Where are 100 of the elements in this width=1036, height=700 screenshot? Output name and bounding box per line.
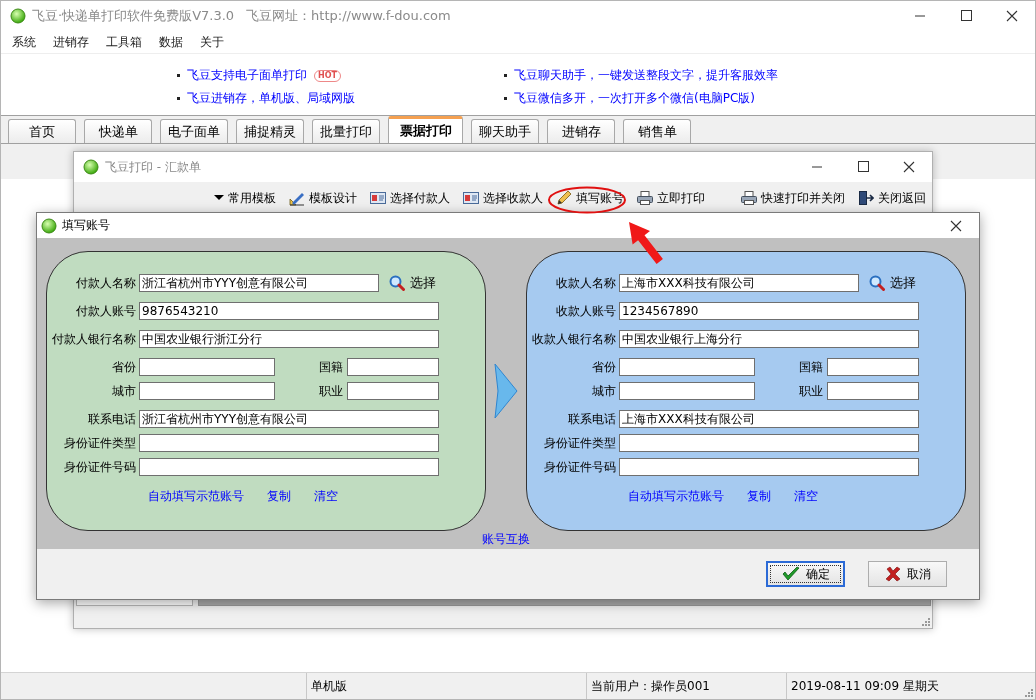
input-field[interactable]: 中国农业银行上海分行 [619, 330, 919, 348]
field-label: 付款人名称 [75, 274, 137, 292]
tab[interactable]: 聊天助手 [471, 119, 539, 143]
field-label: 身份证件号码 [543, 458, 617, 476]
menu-item[interactable]: 数据 [159, 33, 183, 51]
field-label: 身份证件类型 [543, 434, 617, 452]
input-field[interactable]: 1234567890 [619, 302, 919, 320]
ruler-pencil-icon [289, 190, 305, 206]
tab[interactable]: 首页 [8, 119, 76, 143]
field-label: 国籍 [798, 358, 824, 376]
id-card-icon [370, 190, 386, 206]
input-field[interactable]: 上海市XXX科技有限公司 [619, 274, 859, 292]
tab[interactable]: 批量打印 [312, 119, 380, 143]
input-field[interactable]: 9876543210 [139, 302, 439, 320]
field-label: 职业 [798, 382, 824, 400]
action-link[interactable]: 自动填写示范账号 [628, 488, 724, 505]
app-logo-icon [41, 217, 57, 234]
window-title: 飞豆打印 - 汇款单 [105, 158, 201, 176]
right-arrow-icon [494, 363, 518, 419]
action-link[interactable]: 自动填写示范账号 [148, 488, 244, 505]
select-button[interactable]: 选择 [389, 274, 436, 292]
input-field[interactable]: 上海市XXX科技有限公司 [619, 410, 919, 428]
field-label: 城市 [111, 382, 137, 400]
app-logo-icon [83, 159, 99, 175]
resize-grip-icon [1025, 689, 1033, 697]
search-icon [389, 275, 405, 291]
action-link[interactable]: 复制 [747, 488, 771, 505]
input-field[interactable] [619, 458, 919, 476]
toolbar-button[interactable]: 快速打印并关闭 [741, 189, 845, 207]
bullet-icon [177, 97, 180, 100]
input-field[interactable] [347, 382, 439, 400]
input-field[interactable] [139, 358, 275, 376]
field-label: 付款人账号 [75, 302, 137, 320]
menu-item[interactable]: 关于 [200, 33, 224, 51]
app-logo-icon [10, 8, 26, 24]
exit-door-icon [858, 190, 874, 206]
tab[interactable]: 票据打印 [388, 116, 463, 143]
menu-item[interactable]: 进销存 [53, 33, 89, 51]
bullet-icon [504, 74, 507, 77]
status-text: 单机版 [306, 673, 586, 699]
action-link[interactable]: 清空 [794, 488, 818, 505]
action-link[interactable]: 清空 [314, 488, 338, 505]
status-text: 当前用户：操作员001 [586, 673, 786, 699]
printer-icon [637, 190, 653, 206]
select-button[interactable]: 选择 [869, 274, 916, 292]
input-field[interactable] [139, 434, 439, 452]
promo-link[interactable]: 飞豆支持电子面单打印 [187, 67, 307, 84]
tab[interactable]: 电子面单 [160, 119, 228, 143]
input-field[interactable] [619, 434, 919, 452]
field-label: 收款人银行名称 [531, 330, 617, 348]
promo-link[interactable]: 飞豆进销存，单机版、局域网版 [187, 90, 355, 107]
dialog-button[interactable]: 确定 [766, 561, 845, 587]
search-icon [869, 275, 885, 291]
cross-icon [884, 566, 901, 582]
field-label: 国籍 [318, 358, 344, 376]
input-field[interactable] [139, 382, 275, 400]
id-card-icon [463, 190, 479, 206]
field-label: 联系电话 [567, 410, 617, 428]
field-label: 身份证件类型 [63, 434, 137, 452]
input-field[interactable]: 浙江省杭州市YYY创意有限公司 [139, 410, 439, 428]
field-label: 收款人账号 [555, 302, 617, 320]
input-field[interactable] [347, 358, 439, 376]
promo-link[interactable]: 飞豆微信多开，一次打开多个微信(电脑PC版) [514, 90, 755, 107]
tab[interactable]: 销售单 [623, 119, 691, 143]
tab[interactable]: 快递单 [84, 119, 152, 143]
menu-item[interactable]: 系统 [12, 33, 36, 51]
input-field[interactable] [139, 458, 439, 476]
toolbar-button[interactable]: 立即打印 [637, 189, 705, 207]
checkmark-icon [781, 566, 800, 582]
dialog-title: 填写账号 [62, 217, 110, 234]
swap-link[interactable]: 账号互换 [482, 531, 530, 547]
tab[interactable]: 捕捉精灵 [236, 119, 304, 143]
input-field[interactable]: 中国农业银行浙江分行 [139, 330, 439, 348]
input-field[interactable]: 浙江省杭州市YYY创意有限公司 [139, 274, 379, 292]
promo-link[interactable]: 飞豆聊天助手，一键发送整段文字，提升客服效率 [514, 67, 778, 84]
field-label: 身份证件号码 [63, 458, 137, 476]
field-label: 省份 [591, 358, 617, 376]
pointer-arrow [629, 222, 663, 264]
input-field[interactable] [827, 358, 919, 376]
status-text: 2019-08-11 09:09 星期天 [786, 673, 1018, 699]
printer-icon [741, 190, 757, 206]
toolbar-button[interactable]: 选择收款人 [463, 189, 543, 207]
bullet-icon [504, 97, 507, 100]
dialog-button[interactable]: 取消 [868, 561, 947, 587]
input-field[interactable] [827, 382, 919, 400]
field-label: 收款人名称 [555, 274, 617, 292]
resize-grip-icon [922, 618, 930, 626]
input-field[interactable] [619, 382, 755, 400]
menu-item[interactable]: 工具箱 [106, 33, 142, 51]
action-link[interactable]: 复制 [267, 488, 291, 505]
window-title: 飞豆·快递单打印软件免费版V7.3.0 [32, 7, 235, 25]
toolbar-button[interactable]: 常用模板 [214, 189, 276, 207]
toolbar-button[interactable]: 选择付款人 [370, 189, 450, 207]
toolbar-button[interactable]: 关闭返回 [858, 189, 926, 207]
field-label: 付款人银行名称 [51, 330, 137, 348]
pencil-icon [556, 190, 572, 206]
toolbar-button[interactable]: 模板设计 [289, 189, 357, 207]
input-field[interactable] [619, 358, 755, 376]
tab[interactable]: 进销存 [547, 119, 615, 143]
field-label: 城市 [591, 382, 617, 400]
